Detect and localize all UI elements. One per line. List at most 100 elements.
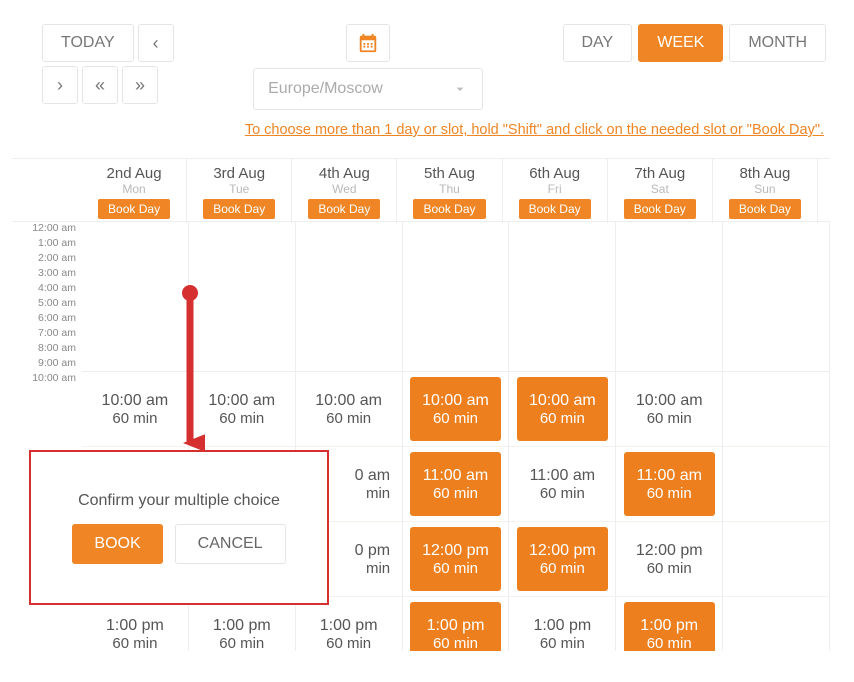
time-slot[interactable]: 1:00 pm60 min — [624, 602, 715, 651]
empty-cell — [616, 327, 723, 342]
empty-cell — [296, 297, 403, 312]
day-of-week: Mon — [82, 182, 186, 196]
hour-label: 10:00 am — [12, 372, 76, 447]
calendar-icon — [357, 32, 379, 54]
slot-duration: 60 min — [112, 410, 157, 427]
slot-time: 12:00 pm — [422, 542, 489, 560]
empty-cell — [509, 222, 616, 237]
time-slot[interactable]: 1:00 pm60 min — [410, 602, 501, 651]
view-week-button[interactable]: WEEK — [638, 24, 723, 62]
time-slot[interactable]: 1:00 pm60 min — [303, 602, 394, 651]
day-header: 6th AugFriBook Day — [503, 159, 608, 223]
slot-cell: 1:00 pm60 min — [509, 597, 616, 651]
day-of-week: Sat — [608, 182, 712, 196]
time-slot[interactable]: 11:00 am60 min — [410, 452, 501, 516]
hour-label: 7:00 am — [12, 327, 76, 342]
book-day-button[interactable]: Book Day — [624, 199, 696, 219]
slot-duration: 60 min — [647, 410, 692, 427]
empty-cell — [403, 222, 510, 237]
calendar-button[interactable] — [346, 24, 390, 62]
time-slot[interactable]: 1:00 pm60 min — [517, 602, 608, 651]
book-day-button[interactable]: Book Day — [308, 199, 380, 219]
book-day-button[interactable]: Book Day — [203, 199, 275, 219]
time-slot[interactable]: 1:00 pm60 min — [89, 602, 180, 651]
empty-cell — [616, 222, 723, 237]
slot-time: 0 am — [355, 467, 391, 485]
slot-duration: min — [366, 485, 390, 502]
confirm-buttons: BOOK CANCEL — [72, 524, 285, 564]
time-slot[interactable]: 12:00 pm60 min — [624, 527, 715, 591]
book-day-button[interactable]: Book Day — [519, 199, 591, 219]
timezone-select[interactable]: Europe/Moscow — [253, 68, 483, 110]
cancel-button[interactable]: CANCEL — [175, 524, 286, 564]
empty-cell — [509, 237, 616, 252]
empty-cell — [189, 237, 296, 252]
book-button[interactable]: BOOK — [72, 524, 162, 564]
empty-cell — [616, 297, 723, 312]
slot-duration: 60 min — [647, 635, 692, 652]
slot-cell: 12:00 pm60 min — [616, 522, 723, 597]
book-day-button[interactable]: Book Day — [413, 199, 485, 219]
empty-cell — [509, 252, 616, 267]
time-slot[interactable]: 10:00 am60 min — [89, 377, 180, 441]
empty-cell — [189, 267, 296, 282]
slot-time: 10:00 am — [102, 392, 169, 410]
empty-cell — [616, 252, 723, 267]
empty-cell — [723, 237, 830, 252]
time-slot[interactable]: 10:00 am60 min — [303, 377, 394, 441]
prev-button[interactable]: ‹ — [138, 24, 174, 62]
time-slot[interactable]: 10:00 am60 min — [517, 377, 608, 441]
slot-time: 1:00 pm — [427, 617, 485, 635]
slot-time: 10:00 am — [208, 392, 275, 410]
empty-cell — [723, 282, 830, 297]
empty-cell — [403, 237, 510, 252]
empty-cell — [82, 282, 189, 297]
slot-time: 0 pm — [355, 542, 391, 560]
book-day-button[interactable]: Book Day — [98, 199, 170, 219]
book-day-button[interactable]: Book Day — [729, 199, 801, 219]
slot-time: 1:00 pm — [533, 617, 591, 635]
slot-cell: 1:00 pm60 min — [189, 597, 296, 651]
empty-cell — [723, 222, 830, 237]
toolbar: TODAY ‹ › « » Europe/Moscow DAY WEEK MON… — [0, 0, 854, 114]
slot-duration: 60 min — [540, 410, 585, 427]
empty-cell — [82, 252, 189, 267]
empty-cell — [616, 267, 723, 282]
empty-cell — [723, 312, 830, 327]
day-of-week: Thu — [397, 182, 501, 196]
empty-cell — [509, 357, 616, 372]
view-month-button[interactable]: MONTH — [729, 24, 826, 62]
time-slot[interactable]: 10:00 am60 min — [196, 377, 287, 441]
empty-cell — [82, 237, 189, 252]
empty-cell — [189, 282, 296, 297]
center-controls: Europe/Moscow — [180, 24, 557, 110]
empty-cell — [296, 252, 403, 267]
empty-cell — [509, 282, 616, 297]
empty-cell — [296, 357, 403, 372]
time-slot[interactable]: 12:00 pm60 min — [410, 527, 501, 591]
slot-cell: 1:00 pm60 min — [82, 597, 189, 651]
time-slot[interactable]: 11:00 am60 min — [624, 452, 715, 516]
next-button[interactable]: › — [42, 66, 78, 104]
slot-cell: 11:00 am60 min — [509, 447, 616, 522]
empty-cell — [509, 312, 616, 327]
time-slot[interactable]: 12:00 pm60 min — [517, 527, 608, 591]
empty-cell — [403, 327, 510, 342]
time-slot[interactable]: 10:00 am60 min — [410, 377, 501, 441]
first-button[interactable]: « — [82, 66, 118, 104]
slot-time: 12:00 pm — [529, 542, 596, 560]
empty-cell — [509, 297, 616, 312]
empty-cell — [723, 342, 830, 357]
day-date: 4th Aug — [292, 165, 396, 182]
view-day-button[interactable]: DAY — [563, 24, 633, 62]
last-button[interactable]: » — [122, 66, 158, 104]
slot-cell — [723, 522, 830, 597]
time-slot[interactable]: 11:00 am60 min — [517, 452, 608, 516]
hour-label: 9:00 am — [12, 357, 76, 372]
slot-duration: 60 min — [433, 635, 478, 652]
time-slot[interactable]: 1:00 pm60 min — [196, 602, 287, 651]
today-button[interactable]: TODAY — [42, 24, 134, 62]
empty-cell — [403, 312, 510, 327]
time-slot[interactable]: 10:00 am60 min — [624, 377, 715, 441]
slot-cell — [723, 597, 830, 651]
